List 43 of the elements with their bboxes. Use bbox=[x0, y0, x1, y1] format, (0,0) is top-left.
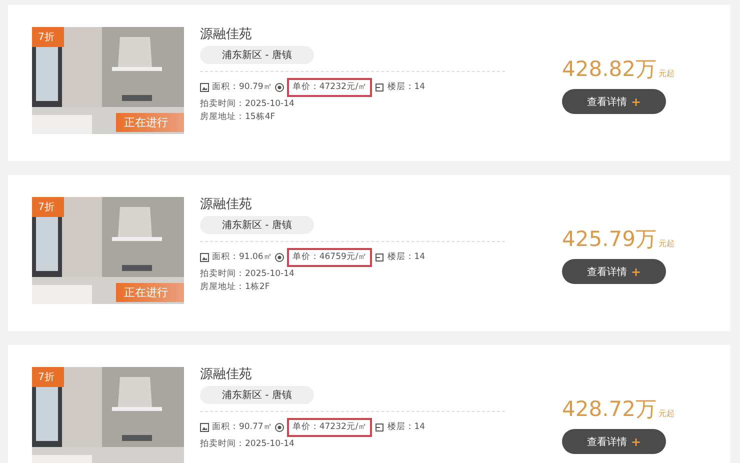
details-button[interactable]: 查看详情 + bbox=[562, 259, 666, 284]
district-tag: 浦东新区 - 唐镇 bbox=[200, 216, 314, 234]
auction-date: 拍卖时间：2025-10-14 bbox=[200, 438, 296, 450]
district-tag: 浦东新区 - 唐镇 bbox=[200, 46, 314, 64]
discount-badge: 7折 bbox=[32, 197, 64, 217]
discount-badge: 7折 bbox=[32, 367, 64, 387]
floor-icon bbox=[375, 423, 384, 432]
discount-badge: 7折 bbox=[32, 27, 64, 47]
unit-price: 单价：47232元/㎡ bbox=[287, 418, 372, 437]
price: 425.79万 bbox=[562, 227, 656, 251]
coin-icon bbox=[275, 423, 284, 432]
floor-text: 楼层：14 bbox=[387, 82, 426, 93]
image-icon bbox=[200, 83, 209, 92]
details-button[interactable]: 查看详情 + bbox=[562, 429, 666, 454]
floor-icon bbox=[375, 253, 384, 262]
area-text: 面积：90.77㎡ bbox=[212, 422, 272, 433]
image-icon bbox=[200, 253, 209, 262]
price-suffix: 元起 bbox=[658, 409, 674, 418]
listing-title: 源融佳苑 bbox=[200, 27, 253, 43]
floor-text: 楼层：14 bbox=[387, 252, 426, 263]
listing-title: 源融佳苑 bbox=[200, 197, 253, 213]
auction-date: 拍卖时间：2025-10-14 bbox=[200, 268, 296, 280]
unit-price: 单价：46759元/㎡ bbox=[287, 248, 372, 267]
status-label: 正在进行 bbox=[116, 113, 184, 132]
details-button[interactable]: 查看详情 + bbox=[562, 89, 666, 114]
area-text: 面积：90.79㎡ bbox=[212, 82, 272, 93]
price: 428.72万 bbox=[562, 397, 656, 421]
floor-icon bbox=[375, 83, 384, 92]
auction-date: 拍卖时间：2025-10-14 bbox=[200, 98, 296, 110]
price: 428.82万 bbox=[562, 57, 656, 81]
area-text: 面积：91.06㎡ bbox=[212, 252, 272, 263]
address-text: 房屋地址：1栋2F bbox=[200, 281, 271, 293]
coin-icon bbox=[275, 253, 284, 262]
price-suffix: 元起 bbox=[658, 239, 674, 248]
listing-title: 源融佳苑 bbox=[200, 367, 253, 383]
address-text: 房屋地址：15栋4F bbox=[200, 111, 276, 123]
image-icon bbox=[200, 423, 209, 432]
price-suffix: 元起 bbox=[658, 69, 674, 78]
coin-icon bbox=[275, 83, 284, 92]
floor-text: 楼层：14 bbox=[387, 422, 426, 433]
status-label: 正在进行 bbox=[116, 283, 184, 302]
unit-price: 单价：47232元/㎡ bbox=[287, 78, 372, 97]
district-tag: 浦东新区 - 唐镇 bbox=[200, 386, 314, 404]
